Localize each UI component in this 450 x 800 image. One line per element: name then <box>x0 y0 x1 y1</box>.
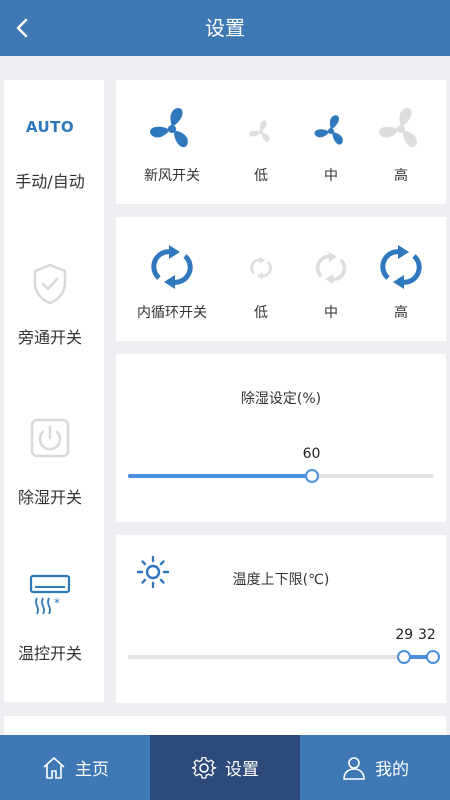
fan-icon <box>150 108 188 148</box>
option-label: 低 <box>254 168 268 184</box>
nav-mine[interactable]: 我的 <box>300 735 450 800</box>
option-label: 高 <box>394 305 408 321</box>
mode-label: 温控开关 <box>17 644 82 663</box>
recirculation-high[interactable]: 高 <box>366 240 436 322</box>
fan-large-icon <box>379 108 417 148</box>
option-label: 中 <box>324 305 338 321</box>
page-title: 设置 <box>205 16 245 40</box>
mode-bypass[interactable]: 旁通开关 <box>0 262 100 348</box>
nav-settings-label: 设置 <box>225 760 259 780</box>
refresh-large-icon <box>380 245 422 289</box>
home-icon <box>43 756 65 779</box>
dehumidify-slider-thumb[interactable] <box>304 469 319 483</box>
user-icon <box>343 756 365 780</box>
refresh-icon <box>151 245 193 289</box>
temperature-high-thumb[interactable] <box>426 650 440 664</box>
auto-badge[interactable]: AUTO <box>0 118 100 136</box>
bottom-nav: 主页 设置 我的 <box>0 735 450 800</box>
air-conditioner-icon: * <box>29 574 71 615</box>
mode-label: 手动/自动 <box>15 172 85 191</box>
option-label: 内循环开关 <box>137 305 207 321</box>
temperature-title: 温度上下限(℃) <box>232 572 330 588</box>
dehumidify-title: 除湿设定(%) <box>240 391 322 407</box>
recirculation-medium[interactable]: 中 <box>296 240 366 322</box>
nav-settings[interactable]: 设置 <box>150 735 300 800</box>
fan-medium-icon <box>314 115 343 145</box>
app-header: 设置 <box>0 0 450 56</box>
fresh-air-medium[interactable]: 中 <box>296 103 366 185</box>
fresh-air-high[interactable]: 高 <box>366 103 436 185</box>
svg-text:*: * <box>54 596 60 610</box>
option-label: 高 <box>394 168 408 184</box>
option-label: 中 <box>324 168 338 184</box>
dehumidify-slider-fill <box>128 474 312 478</box>
power-icon <box>30 418 70 458</box>
option-label: 低 <box>254 305 268 321</box>
fresh-air-switch[interactable]: 新风开关 <box>137 103 207 185</box>
shield-check-icon <box>33 263 67 305</box>
nav-mine-label: 我的 <box>375 760 409 780</box>
refresh-small-icon <box>250 256 272 280</box>
fan-small-icon <box>249 120 270 142</box>
refresh-medium-icon <box>315 251 347 285</box>
mode-label: 旁通开关 <box>17 328 82 347</box>
mode-temperature[interactable]: * 温控开关 <box>0 574 100 664</box>
temperature-high-value: 32 <box>418 627 436 643</box>
gear-icon <box>191 756 217 779</box>
temperature-low-value: 29 <box>395 627 414 643</box>
mode-manual-auto[interactable]: 手动/自动 <box>0 168 100 192</box>
dehumidify-card <box>116 354 446 522</box>
mode-label: 除湿开关 <box>17 488 82 507</box>
option-label: 新风开关 <box>144 168 200 184</box>
temperature-slider-track[interactable] <box>128 655 434 659</box>
recirculation-low[interactable]: 低 <box>226 240 296 322</box>
nav-home-label: 主页 <box>75 760 109 780</box>
mode-dehumidify[interactable]: 除湿开关 <box>0 418 100 508</box>
fresh-air-low[interactable]: 低 <box>226 103 296 185</box>
nav-home[interactable]: 主页 <box>0 735 150 800</box>
recirculation-switch[interactable]: 内循环开关 <box>137 240 207 322</box>
dehumidify-value: 60 <box>302 446 321 462</box>
